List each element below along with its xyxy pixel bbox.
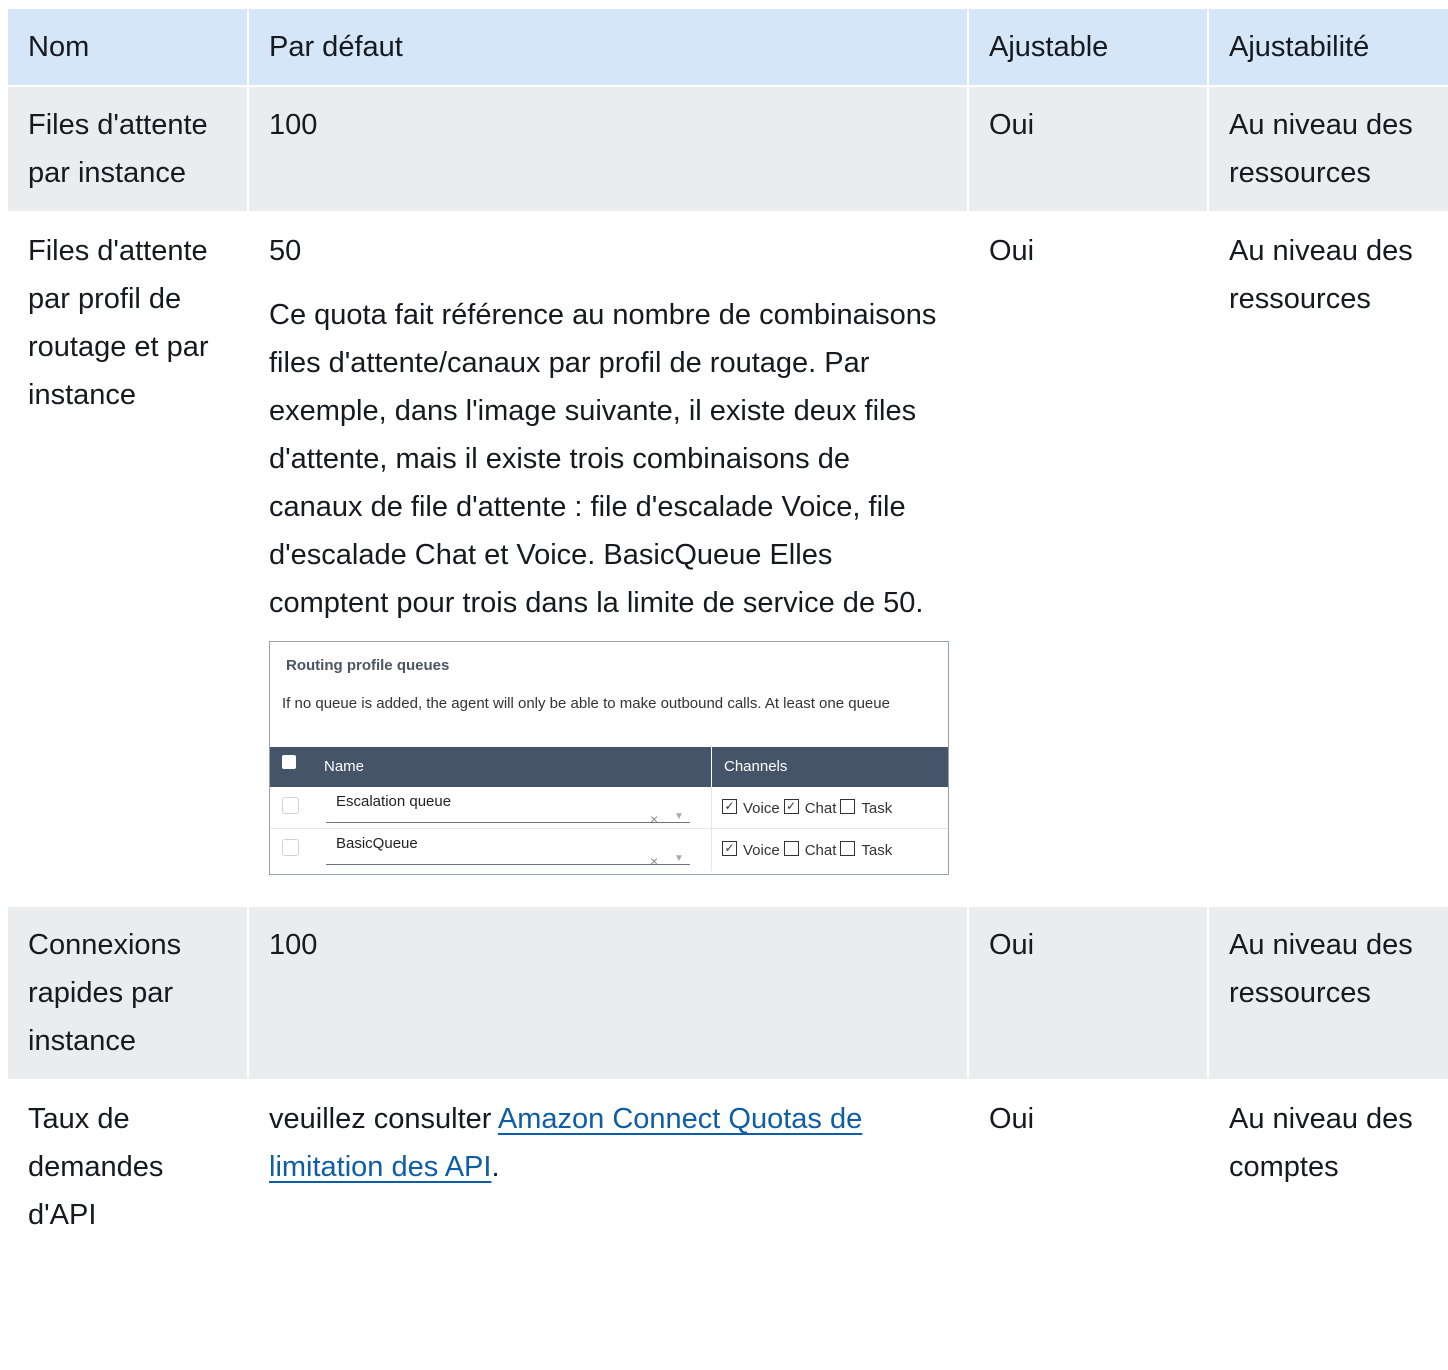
channel-checkboxes: Voice Chat Task bbox=[722, 841, 896, 861]
table-header-row: Nom Par défaut Ajustable Ajustabilité bbox=[8, 9, 1448, 86]
default-suffix: . bbox=[491, 1151, 500, 1183]
cell-default: veuillez consulter Amazon Connect Quotas… bbox=[247, 1080, 968, 1253]
input-underline bbox=[326, 822, 690, 823]
queue-name: Escalation queue bbox=[336, 793, 452, 810]
screenshot-col-channels: Channels bbox=[724, 758, 788, 775]
cell-adjustability: Au niveau des comptes bbox=[1207, 1080, 1448, 1253]
cell-adjustable: Oui bbox=[967, 86, 1208, 212]
chevron-down-icon: ▼ bbox=[674, 853, 684, 864]
task-label: Task bbox=[861, 800, 893, 817]
task-checkbox-icon bbox=[840, 799, 856, 814]
quotas-table: Nom Par défaut Ajustable Ajustabilité Fi… bbox=[8, 9, 1448, 1253]
task-checkbox-icon bbox=[840, 841, 856, 856]
voice-label: Voice bbox=[743, 842, 780, 859]
cell-name: Taux de demandes d'API bbox=[8, 1080, 248, 1253]
cell-default: 100 bbox=[247, 906, 968, 1080]
table-row: Files d'attente par profil de routage et… bbox=[8, 212, 1448, 906]
chat-checkbox-icon bbox=[783, 841, 799, 856]
voice-label: Voice bbox=[743, 800, 780, 817]
queue-name: BasicQueue bbox=[336, 835, 418, 852]
cell-name: Files d'attente par profil de routage et… bbox=[8, 212, 248, 906]
routing-profile-screenshot: Routing profile queues If no queue is ad… bbox=[269, 641, 949, 875]
table-row: Connexions rapides par instance 100 Oui … bbox=[8, 906, 1448, 1080]
default-value: 50 bbox=[269, 235, 302, 267]
channel-checkboxes: Voice Chat Task bbox=[722, 799, 896, 819]
cell-adjustable: Oui bbox=[967, 906, 1208, 1080]
column-divider bbox=[711, 747, 712, 787]
header-adjustability: Ajustabilité bbox=[1207, 9, 1448, 86]
voice-checkbox-checked-icon bbox=[722, 841, 737, 856]
row-checkbox bbox=[282, 797, 299, 814]
table-row: Taux de demandes d'API veuillez consulte… bbox=[8, 1080, 1448, 1253]
default-prefix: veuillez consulter bbox=[269, 1103, 498, 1135]
clear-icon: × bbox=[650, 853, 659, 869]
task-label: Task bbox=[861, 842, 893, 859]
cell-default: 50 Ce quota fait référence au nombre de … bbox=[247, 212, 968, 906]
header-adjustable: Ajustable bbox=[967, 9, 1208, 86]
voice-checkbox-checked-icon bbox=[722, 799, 737, 814]
cell-adjustability: Au niveau des ressources bbox=[1207, 906, 1448, 1080]
cell-adjustable: Oui bbox=[967, 212, 1208, 906]
cell-adjustable: Oui bbox=[967, 1080, 1208, 1253]
screenshot-table-header: Name Channels bbox=[270, 747, 948, 787]
input-underline bbox=[326, 864, 690, 865]
screenshot-queue-row: BasicQueue × ▼ Voice Chat Task bbox=[270, 829, 948, 871]
header-default: Par défaut bbox=[247, 9, 968, 86]
quota-description: Ce quota fait référence au nombre de com… bbox=[269, 291, 947, 627]
screenshot-col-name: Name bbox=[324, 758, 365, 775]
cell-name: Files d'attente par instance bbox=[8, 86, 248, 212]
column-divider bbox=[711, 829, 712, 871]
chat-label: Chat bbox=[804, 842, 837, 859]
cell-adjustability: Au niveau des ressources bbox=[1207, 86, 1448, 212]
screenshot-queue-row: Escalation queue × ▼ VoiceChatTask bbox=[270, 787, 948, 829]
row-separator bbox=[270, 828, 948, 829]
screenshot-subtitle: If no queue is added, the agent will onl… bbox=[282, 695, 890, 712]
chat-label: Chat bbox=[804, 800, 837, 817]
screenshot-title: Routing profile queues bbox=[286, 657, 450, 674]
row-checkbox bbox=[282, 839, 299, 856]
cell-adjustability: Au niveau des ressources bbox=[1207, 212, 1448, 906]
select-all-checkbox bbox=[282, 755, 296, 769]
table-row: Files d'attente par instance 100 Oui Au … bbox=[8, 86, 1448, 212]
cell-name: Connexions rapides par instance bbox=[8, 906, 248, 1080]
cell-default: 100 bbox=[247, 86, 968, 212]
chat-checkbox-checked-icon bbox=[783, 799, 799, 814]
header-name: Nom bbox=[8, 9, 248, 86]
column-divider bbox=[711, 787, 712, 829]
description-text: Ce quota fait référence au nombre de com… bbox=[269, 299, 937, 619]
